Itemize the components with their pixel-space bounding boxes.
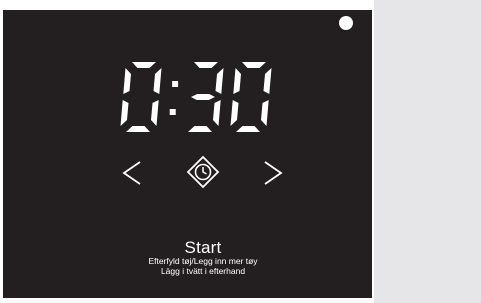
add-laundry-label-1: Efterfyld tøj/Legg inn mer tøy <box>148 256 258 266</box>
chevron-right-icon[interactable] <box>262 160 284 186</box>
digit-segment <box>194 62 218 68</box>
digit-segment <box>126 126 150 132</box>
start-button[interactable]: Start Efterfyld tøj/Legg inn mer tøy Läg… <box>103 238 303 276</box>
digit-segment <box>233 68 241 94</box>
colon-dot <box>169 109 176 115</box>
clock-diamond-icon[interactable] <box>186 155 220 189</box>
chevron-left-icon[interactable] <box>121 160 143 186</box>
digit-segment <box>242 62 266 68</box>
top-margin <box>0 0 374 10</box>
time-digit-0 <box>230 62 272 132</box>
digit-segment <box>215 68 224 94</box>
digit-segment <box>263 68 272 94</box>
digit-segment <box>236 126 260 132</box>
digit-segment <box>230 100 239 126</box>
side-panel <box>374 0 481 303</box>
start-label: Start <box>184 238 222 257</box>
digit-segment <box>261 100 269 126</box>
digit-segment <box>123 68 131 94</box>
add-laundry-label-2: Lägg i tvätt i efterhand <box>160 266 246 276</box>
digit-segment <box>191 94 215 100</box>
time-digit-3 <box>188 62 224 132</box>
time-digit-0 <box>120 62 162 132</box>
status-indicator-dot <box>339 16 353 30</box>
digit-segment <box>213 100 221 126</box>
digit-segment <box>132 62 156 68</box>
digit-segment <box>153 68 162 94</box>
colon-dot <box>172 81 179 87</box>
digit-segment <box>120 100 129 126</box>
time-display <box>120 62 272 132</box>
digit-segment <box>151 100 159 126</box>
digit-segment <box>188 126 212 132</box>
